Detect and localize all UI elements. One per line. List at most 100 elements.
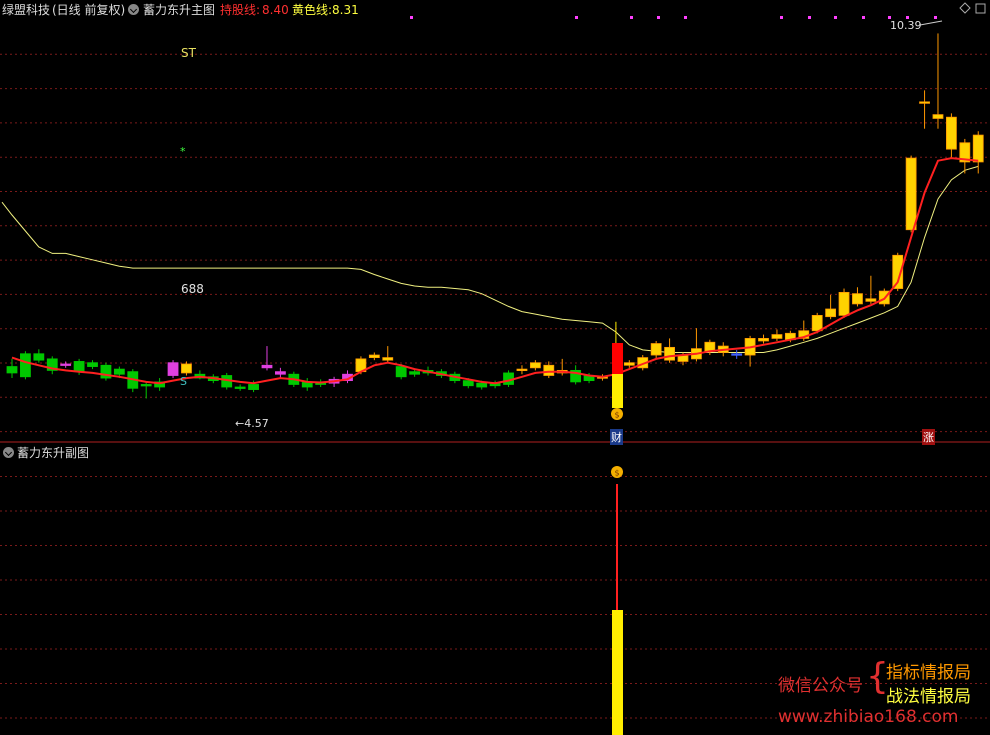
candle-body — [811, 314, 823, 332]
candle-body — [731, 353, 743, 356]
candle — [664, 338, 675, 363]
candle-body — [476, 382, 488, 388]
candle-body — [865, 298, 877, 302]
candle — [852, 287, 863, 307]
candle — [261, 346, 273, 371]
candle-body — [261, 364, 273, 369]
yellow-line-label: 黄色线: — [292, 3, 333, 17]
candle-body — [825, 308, 837, 318]
sub-indicator-name[interactable]: 蓄力东升副图 — [17, 443, 89, 463]
candle-body — [409, 371, 421, 375]
candle-body — [838, 291, 850, 316]
candle-body — [73, 361, 85, 373]
candle-body — [234, 386, 246, 389]
candle-body — [543, 364, 555, 376]
menu-toggle-icon[interactable] — [128, 4, 139, 15]
candle — [932, 33, 944, 129]
candle — [382, 346, 394, 363]
sub-signal-bar — [612, 610, 623, 735]
candle-body — [462, 380, 474, 387]
candle-body — [33, 353, 45, 361]
candle-body — [516, 368, 528, 372]
sub-header-bar: 蓄力东升副图 — [0, 443, 990, 463]
period-label: (日线 前复权) — [52, 3, 126, 17]
hold-line-label: 持股线: — [220, 3, 261, 17]
candle — [650, 340, 662, 359]
money-bag-icon: $ — [611, 408, 623, 420]
candle-body — [932, 114, 944, 119]
candle — [758, 334, 769, 344]
candle-body — [382, 357, 394, 361]
candle-body — [167, 362, 179, 376]
candle-body — [248, 384, 259, 390]
candle — [516, 365, 528, 375]
hold-line-value: 8.40 — [262, 3, 289, 17]
candle — [838, 288, 850, 318]
candle-body — [905, 157, 917, 231]
candle-body — [60, 363, 72, 366]
candle-body — [529, 362, 541, 369]
candle-body — [623, 362, 635, 366]
candle — [959, 138, 971, 174]
main-indicator-name[interactable]: 蓄力东升主图 — [143, 0, 215, 20]
low-price-label: ←4.57 — [235, 417, 269, 430]
candle — [691, 328, 702, 362]
candle-body — [758, 338, 769, 342]
candle — [543, 361, 555, 379]
candle-body — [919, 101, 930, 104]
star-marker: * — [180, 145, 186, 158]
svg-text:$: $ — [614, 469, 619, 478]
candle — [744, 335, 756, 367]
candle-body — [368, 354, 380, 358]
candle-body — [395, 366, 407, 378]
s-marker: S — [180, 375, 187, 388]
sub-menu-toggle-icon[interactable] — [3, 447, 14, 458]
candle — [825, 294, 837, 320]
st-marker: ST — [181, 46, 196, 60]
candle — [731, 349, 743, 359]
candle-body — [20, 353, 31, 378]
candle-body — [972, 134, 984, 163]
candle — [181, 361, 192, 376]
candle-body — [664, 346, 675, 361]
candle — [771, 329, 783, 341]
candle — [167, 360, 179, 379]
stock-title: 绿盟科技 — [2, 3, 51, 17]
candle — [529, 360, 541, 371]
candle-body — [113, 368, 125, 375]
candle — [623, 360, 635, 368]
candle-body — [87, 362, 98, 367]
candle — [46, 356, 58, 375]
candle — [33, 349, 45, 363]
candle — [274, 367, 286, 379]
candle — [234, 384, 246, 391]
high-pointer — [919, 20, 943, 26]
candle — [946, 113, 957, 159]
high-price-label: 10.39 — [890, 19, 922, 32]
candle — [60, 361, 72, 368]
header-bar: 绿盟科技 (日线 前复权) 蓄力东升主图 持股线: 8.40 黄色线: 8.31 — [0, 0, 990, 20]
signal-bar-yellow — [612, 374, 623, 408]
svg-text:$: $ — [614, 411, 619, 420]
kline-chart-area[interactable]: $ $ — [0, 0, 990, 735]
candle — [154, 378, 166, 391]
candle — [140, 381, 152, 399]
watermark-wechat: 微信公众号 — [778, 676, 863, 696]
candle-body — [181, 363, 192, 374]
watermark-line1: 指标情报局 — [886, 663, 971, 683]
signal-bar-red — [612, 343, 623, 374]
candle — [865, 275, 877, 304]
candle-body — [6, 366, 18, 374]
candle — [100, 362, 112, 381]
yellow-line-value: 8.31 — [332, 3, 359, 17]
candle — [6, 358, 18, 379]
candle-body — [274, 371, 286, 375]
zhang-badge[interactable]: 涨 — [922, 429, 935, 445]
candle-body — [140, 384, 152, 387]
candle — [905, 155, 917, 233]
watermark-url: www.zhibiao168.com — [778, 707, 959, 727]
cai-badge[interactable]: 财 — [610, 429, 623, 445]
candle-body — [771, 334, 783, 339]
candle-body — [650, 343, 662, 356]
money-bag-icon-sub: $ — [611, 466, 623, 478]
